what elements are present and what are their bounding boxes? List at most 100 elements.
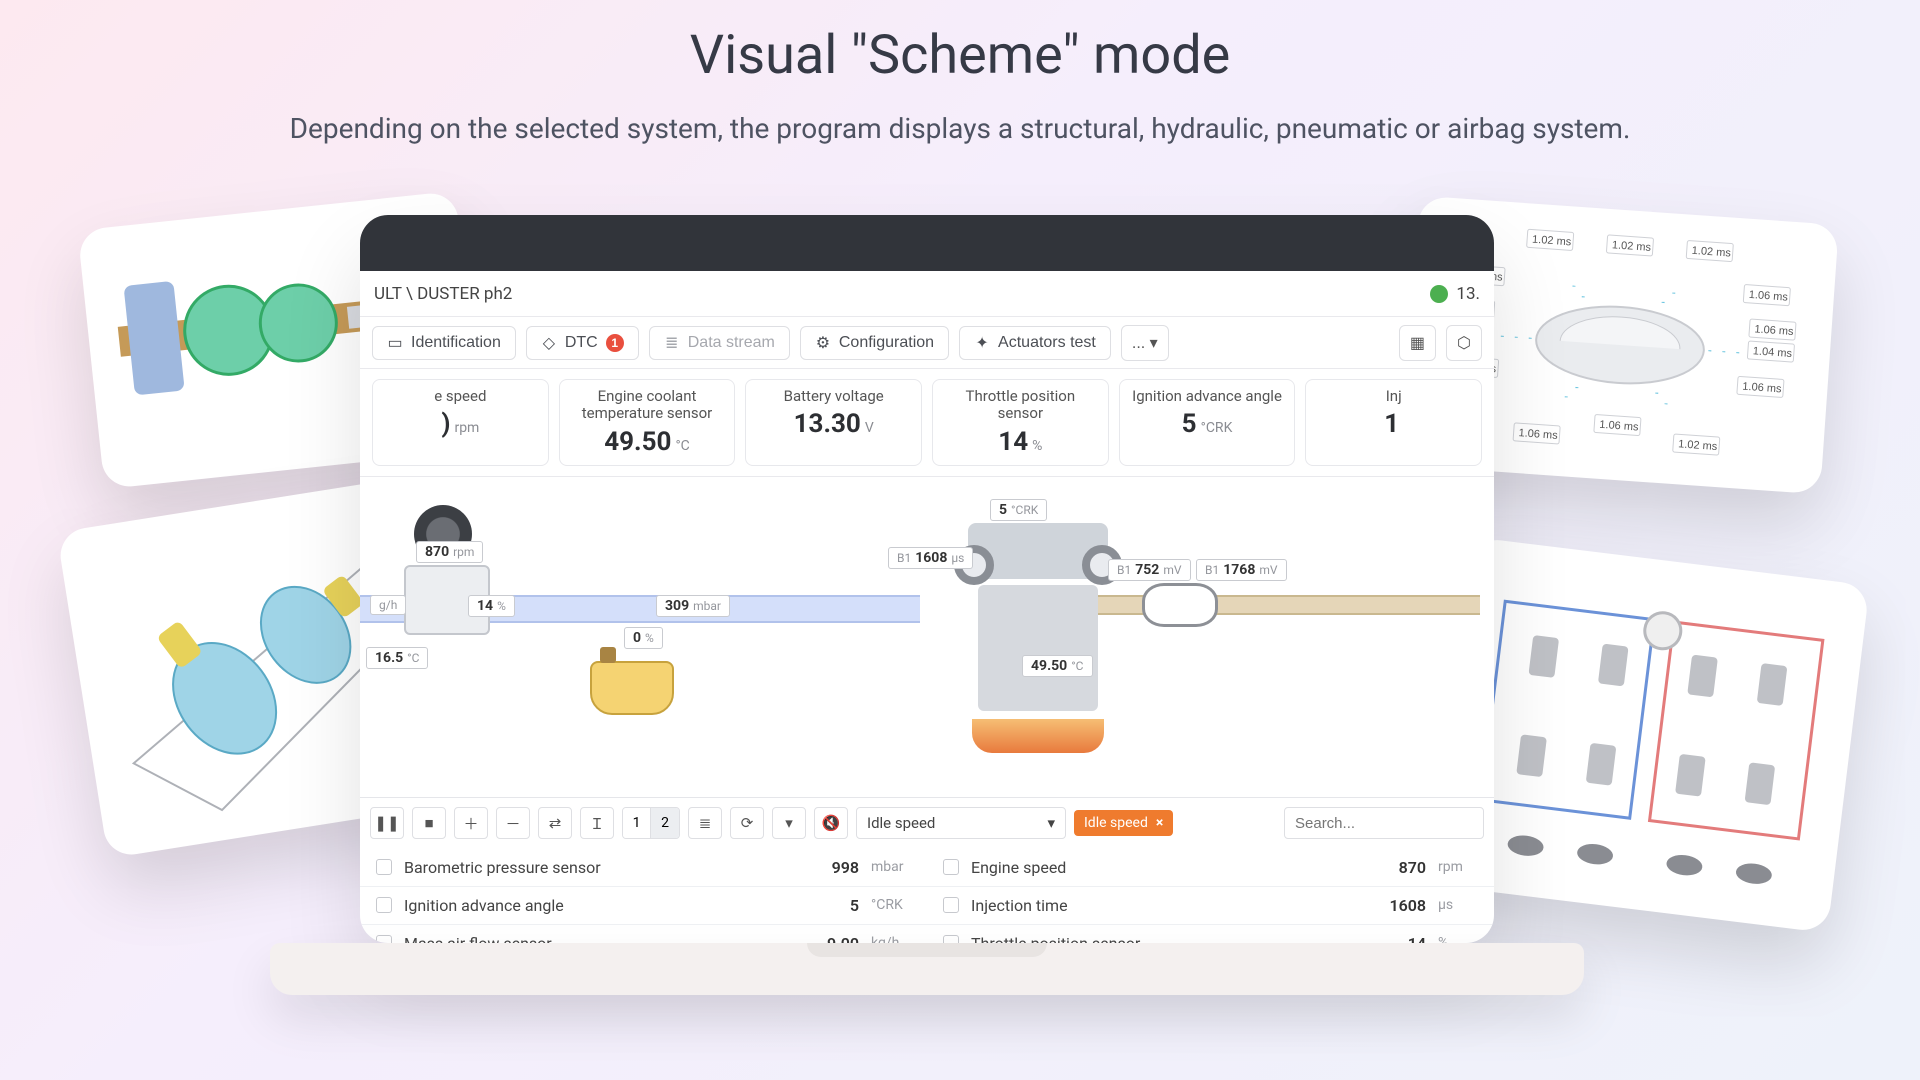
- checkbox[interactable]: [943, 897, 959, 913]
- param-unit: kg/h: [871, 935, 911, 943]
- view-grid-button[interactable]: ▦: [1399, 325, 1436, 361]
- view-chart-button[interactable]: ⬡: [1446, 325, 1482, 361]
- tab-actuators-test-label: Actuators test: [998, 334, 1096, 352]
- search-input[interactable]: [1284, 807, 1484, 839]
- metric-value: 1: [1316, 409, 1471, 439]
- footer-toolbar: ❚❚ ■ ＋ － ⇄ Ｉ 1 2 ≣ ⟳ ▾ 🔇 Idle speed ▾ Id…: [360, 797, 1494, 849]
- plus-icon: ＋: [463, 813, 478, 834]
- active-filter-chip[interactable]: Idle speed ×: [1074, 810, 1173, 836]
- grid-icon: ▦: [1410, 335, 1425, 352]
- scheme-canvas[interactable]: 5°CRK 870rpm B11608µs B1752mV B11768mV g…: [360, 477, 1494, 797]
- speaker-off-icon: 🔇: [822, 814, 841, 832]
- breadcrumb: ULT \ DUSTER ph2: [374, 284, 512, 304]
- tab-actuators-test[interactable]: ✦ Actuators test: [959, 326, 1111, 360]
- engine-block-icon: [950, 505, 1126, 765]
- checkbox[interactable]: [376, 935, 392, 943]
- metric-card[interactable]: Engine coolant temperature sensor49.50°C: [559, 379, 736, 466]
- checkbox[interactable]: [943, 935, 959, 943]
- add-button[interactable]: ＋: [454, 807, 488, 839]
- page-subtitle: Depending on the selected system, the pr…: [0, 109, 1920, 148]
- tab-dtc[interactable]: ◇ DTC 1: [526, 326, 639, 360]
- coolant-reservoir-icon: [590, 661, 674, 715]
- preset-select-value: Idle speed: [867, 814, 935, 832]
- voltage-readout: 13.: [1456, 284, 1480, 304]
- tag-rpm: 870rpm: [416, 541, 483, 563]
- metric-label: Ignition advance angle: [1130, 388, 1285, 405]
- refresh-button[interactable]: ⟳: [730, 807, 764, 839]
- close-icon[interactable]: ×: [1156, 815, 1163, 831]
- align-button[interactable]: ⇄: [538, 807, 572, 839]
- refresh-icon: ⟳: [741, 814, 754, 832]
- align-icon: ⇄: [549, 814, 562, 832]
- metric-label: Inj: [1316, 388, 1471, 405]
- mute-button[interactable]: 🔇: [814, 807, 848, 839]
- chevron-down-icon: ▾: [1150, 335, 1158, 352]
- list-button[interactable]: ≣: [688, 807, 722, 839]
- parameters-table: Barometric pressure sensor998mbar Igniti…: [360, 849, 1494, 944]
- stepper-seg-2[interactable]: 2: [651, 808, 679, 838]
- stepper-seg-1[interactable]: 1: [623, 808, 651, 838]
- remove-button[interactable]: －: [496, 807, 530, 839]
- preset-select[interactable]: Idle speed ▾: [856, 807, 1066, 839]
- tag-maf: g/h: [370, 595, 406, 615]
- metric-value: 14%: [943, 427, 1098, 457]
- tab-more-label: ...: [1132, 335, 1145, 352]
- cursor-icon: Ｉ: [589, 813, 604, 834]
- table-row[interactable]: Throttle position sensor14%: [927, 925, 1494, 944]
- list-icon: ≣: [699, 814, 712, 832]
- filter-icon: ▾: [785, 814, 793, 832]
- param-name: Mass air flow sensor: [404, 934, 552, 944]
- tab-dtc-label: DTC: [565, 334, 598, 352]
- table-row[interactable]: Ignition advance angle5°CRK: [360, 887, 927, 925]
- stop-icon: ■: [424, 815, 433, 832]
- checkbox[interactable]: [376, 897, 392, 913]
- metric-label: Engine coolant temperature sensor: [570, 388, 725, 423]
- tab-configuration[interactable]: ⚙ Configuration: [800, 326, 949, 360]
- checkbox[interactable]: [376, 859, 392, 875]
- filter-button[interactable]: ▾: [772, 807, 806, 839]
- chip-label: Idle speed: [1084, 815, 1148, 831]
- param-name: Injection time: [971, 896, 1068, 915]
- metric-card[interactable]: e speed)rpm: [372, 379, 549, 466]
- tab-identification[interactable]: ▭ Identification: [372, 326, 516, 360]
- metric-card[interactable]: Ignition advance angle5°CRK: [1119, 379, 1296, 466]
- laptop-base: [270, 943, 1584, 995]
- tag-throttle-position: 14%: [468, 595, 515, 617]
- laptop-mockup: ULT \ DUSTER ph2 13. ▭ Identification ◇ …: [360, 215, 1494, 995]
- metric-card[interactable]: Inj 1: [1305, 379, 1482, 466]
- param-unit: µs: [1438, 897, 1478, 913]
- minus-icon: －: [505, 813, 520, 834]
- text-cursor-button[interactable]: Ｉ: [580, 807, 614, 839]
- param-unit: mbar: [871, 859, 911, 875]
- metric-value: )rpm: [383, 409, 538, 439]
- param-name: Engine speed: [971, 858, 1066, 877]
- breadcrumb-row: ULT \ DUSTER ph2 13.: [360, 271, 1494, 317]
- table-row[interactable]: Engine speed 870 rpm: [927, 849, 1494, 887]
- checkbox[interactable]: [943, 859, 959, 875]
- param-unit: °CRK: [871, 897, 911, 913]
- metric-label: Throttle position sensor: [943, 388, 1098, 423]
- param-unit: rpm: [1438, 859, 1478, 875]
- tag-o2-downstream: B11768mV: [1196, 559, 1287, 581]
- metric-card[interactable]: Battery voltage13.30V: [745, 379, 922, 466]
- param-name: Ignition advance angle: [404, 896, 564, 915]
- metric-card[interactable]: Throttle position sensor 14%: [932, 379, 1109, 466]
- tab-data-stream[interactable]: ≣ Data stream: [649, 326, 790, 360]
- thumb-brake-circuit: [1430, 537, 1870, 933]
- pause-icon: ❚❚: [374, 814, 399, 832]
- pause-button[interactable]: ❚❚: [370, 807, 404, 839]
- connection-status: 13.: [1430, 284, 1480, 304]
- table-row[interactable]: Barometric pressure sensor998mbar: [360, 849, 927, 887]
- catalytic-converter-icon: [1142, 583, 1218, 627]
- table-row[interactable]: Mass air flow sensor9.00kg/h: [360, 925, 927, 944]
- column-stepper[interactable]: 1 2: [622, 807, 680, 839]
- tab-more[interactable]: ... ▾: [1121, 325, 1169, 361]
- tag-injection-time: B11608µs: [888, 547, 973, 569]
- param-value: 870: [1399, 858, 1426, 877]
- main-toolbar: ▭ Identification ◇ DTC 1 ≣ Data stream ⚙…: [360, 317, 1494, 369]
- stop-button[interactable]: ■: [412, 807, 446, 839]
- table-row[interactable]: Injection time1608µs: [927, 887, 1494, 925]
- list-icon: ≣: [664, 335, 680, 351]
- id-card-icon: ▭: [387, 335, 403, 351]
- param-name: Barometric pressure sensor: [404, 858, 601, 877]
